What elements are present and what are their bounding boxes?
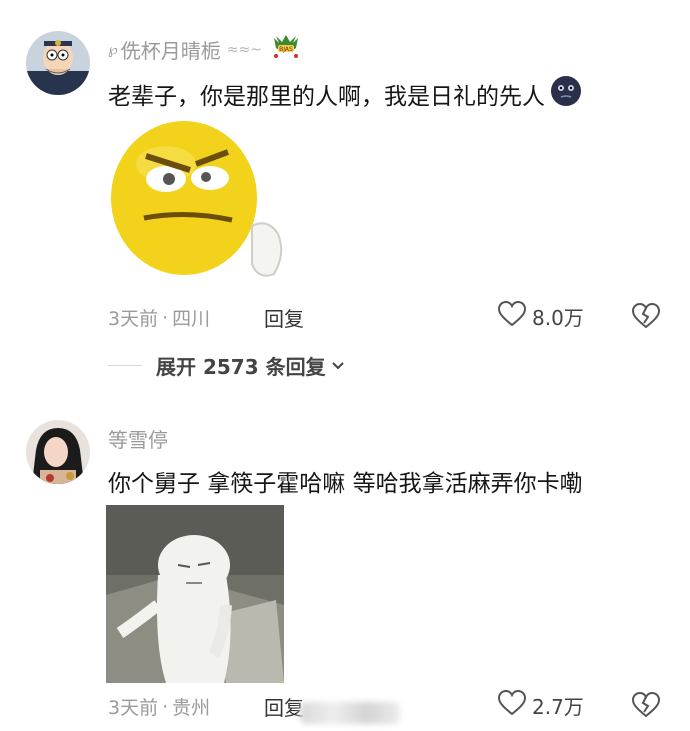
expand-replies-button[interactable]: 展开 2573 条回复 (108, 351, 346, 380)
username[interactable]: 等雪停 (108, 424, 168, 453)
comment-text: 老辈子，你是那里的人啊，我是日礼的先人 (108, 74, 583, 114)
comment-text-content: 老辈子，你是那里的人啊，我是日礼的先人 (108, 84, 545, 110)
comment-time: 3天前 (108, 308, 159, 330)
divider-line (108, 365, 142, 366)
like-count: 8.0万 (532, 305, 584, 330)
username[interactable]: ℘ 侁杯月晴栀 ≈≈~ BJAS (108, 34, 302, 65)
heart-icon (497, 689, 527, 720)
swirl-icon: ℘ (108, 41, 118, 58)
meta-separator: · (162, 306, 169, 329)
broken-heart-icon[interactable] (631, 302, 661, 333)
avatar[interactable] (26, 420, 90, 484)
username-text: 等雪停 (108, 428, 168, 452)
comment-meta: 3天前 · 贵州 (108, 693, 210, 720)
username-decoration: ≈≈~ (226, 41, 262, 58)
dragon-badge-icon: BJAS (270, 34, 302, 65)
username-text: 侁杯月晴栀 (120, 39, 221, 63)
broken-heart-icon[interactable] (631, 691, 661, 722)
comment-location: 贵州 (172, 697, 211, 719)
like-button[interactable]: 2.7万 (497, 689, 584, 720)
yellow-smiley-meme[interactable] (106, 114, 286, 284)
expand-replies-label: 展开 2573 条回复 (156, 355, 326, 379)
comment-text-content: 你个舅子 拿筷子霍哈嘛 等哈我拿活麻弄你卡嘞 (108, 471, 583, 497)
chevron-down-icon (330, 354, 346, 378)
dark-moon-face-emoji (549, 74, 583, 114)
avatar[interactable] (26, 31, 90, 95)
svg-text:BJAS: BJAS (279, 46, 293, 53)
heart-icon (497, 300, 527, 331)
comment-time: 3天前 (108, 697, 159, 719)
white-creature-meme[interactable] (106, 505, 284, 683)
meta-separator: · (162, 695, 169, 718)
comment-meta: 3天前 · 四川 (108, 304, 210, 331)
watermark-blur (300, 702, 400, 724)
comment-location: 四川 (172, 308, 211, 330)
comment-text: 你个舅子 拿筷子霍哈嘛 等哈我拿活麻弄你卡嘞 (108, 464, 583, 498)
reply-button[interactable]: 回复 (264, 692, 304, 721)
reply-button[interactable]: 回复 (264, 303, 304, 332)
like-count: 2.7万 (532, 694, 584, 719)
like-button[interactable]: 8.0万 (497, 300, 584, 331)
